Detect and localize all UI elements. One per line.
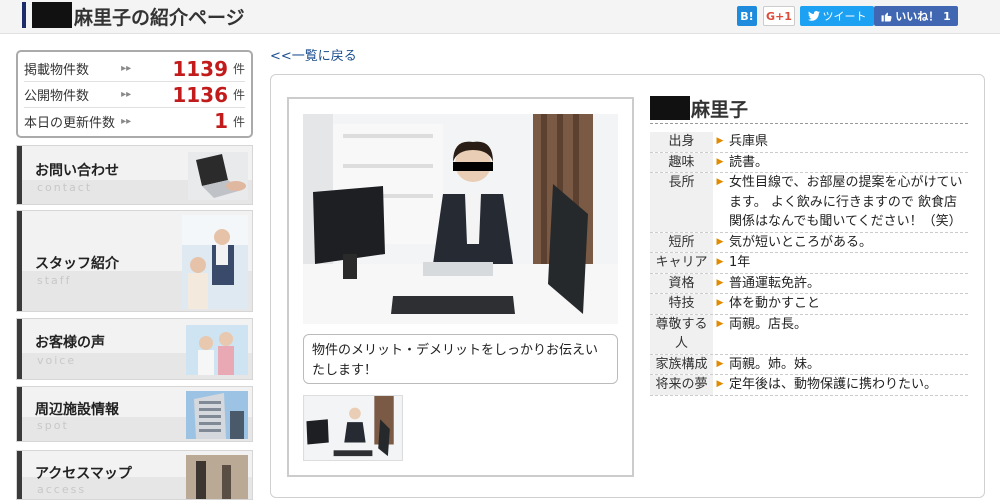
stat-row: 掲載物件数 ▸▸ 1139 件 bbox=[24, 56, 245, 82]
tweet-button[interactable]: ツイート bbox=[800, 6, 874, 26]
profile-key: 尊敬する人 bbox=[650, 314, 713, 354]
customers-photo bbox=[186, 325, 248, 375]
triangle-bullet-icon: ▶ bbox=[716, 318, 724, 329]
facebook-like-button[interactable]: いいね！ 1 bbox=[874, 6, 958, 26]
nav-contact[interactable]: お問い合わせ contact bbox=[16, 145, 253, 205]
profile-key: 資格 bbox=[650, 273, 713, 293]
nav-sublabel: contact bbox=[37, 181, 93, 194]
profile-row: 出身 ▶ 兵庫県 bbox=[650, 132, 968, 153]
profile-key: 短所 bbox=[650, 232, 713, 252]
nav-label: 周辺施設情報 bbox=[35, 402, 119, 418]
profile-table: 出身 ▶ 兵庫県 趣味 ▶ 読書。 長所 ▶ 女性目線で、お部屋の提案を心がけて… bbox=[650, 132, 968, 396]
redacted-surname-block bbox=[32, 2, 72, 28]
laptop-photo bbox=[188, 152, 248, 200]
nav-sublabel: staff bbox=[37, 274, 72, 287]
google-plus-button[interactable]: G+1 bbox=[763, 6, 795, 26]
triangle-bullet-icon: ▶ bbox=[716, 277, 724, 288]
nav-label: お問い合わせ bbox=[35, 163, 119, 179]
profile-value: 読書。 bbox=[729, 154, 769, 170]
nav-sublabel: access bbox=[37, 483, 87, 496]
nav-spot[interactable]: 周辺施設情報 spot bbox=[16, 386, 253, 442]
nav-label: お客様の声 bbox=[35, 335, 105, 351]
page-header: 麻里子の紹介ページ B! G+1 ツイート いいね！ 1 bbox=[0, 0, 1000, 34]
nav-access[interactable]: アクセスマップ access bbox=[16, 450, 253, 500]
profile-value: 兵庫県 bbox=[729, 134, 769, 149]
nav-label: アクセスマップ bbox=[35, 466, 132, 482]
stat-value: 1139 bbox=[172, 56, 228, 81]
profile-value: 女性目線で、お部屋の提案を心がけています。 よく飲みに行きますので 飲食店関係は… bbox=[729, 175, 963, 229]
triangle-bullet-icon: ▶ bbox=[716, 298, 724, 308]
profile-row: 趣味 ▶ 読書。 bbox=[650, 152, 968, 173]
stat-label: 本日の更新件数 bbox=[24, 115, 116, 131]
nav-sublabel: spot bbox=[37, 419, 69, 432]
stat-value: 1136 bbox=[172, 82, 228, 107]
profile-row: 家族構成 ▶ 両親。姉。妹。 bbox=[650, 354, 968, 375]
staff-name: 麻里子 bbox=[691, 99, 749, 121]
facebook-thumb-icon bbox=[881, 12, 892, 21]
stat-unit: 件 bbox=[233, 114, 246, 129]
profile-value: 両親。姉。妹。 bbox=[729, 356, 821, 372]
stat-row: 本日の更新件数 ▸▸ 1 件 bbox=[24, 108, 245, 134]
profile-key: キャリア bbox=[650, 253, 713, 273]
stat-label: 掲載物件数 bbox=[24, 63, 90, 78]
profile-value: 気が短いところがある。 bbox=[729, 234, 873, 250]
profile-value: 普通運転免許。 bbox=[729, 275, 821, 291]
profile-key: 特技 bbox=[650, 294, 713, 314]
profile-row: 資格 ▶ 普通運転免許。 bbox=[650, 273, 968, 294]
profile-value: 体を動かすこと bbox=[729, 296, 821, 311]
stat-row: 公開物件数 ▸▸ 1136 件 bbox=[24, 82, 245, 108]
profile-row: 尊敬する人 ▶ 両親。店長。 bbox=[650, 314, 968, 355]
triangle-bullet-icon: ▶ bbox=[716, 136, 724, 146]
profile-key: 趣味 bbox=[650, 152, 713, 172]
hatena-bookmark-icon: B! bbox=[740, 9, 754, 23]
building-photo bbox=[186, 391, 248, 439]
staff-caption: 物件のメリット・デメリットをしっかりお伝えいたします！ bbox=[303, 334, 618, 384]
profile-key: 出身 bbox=[650, 132, 713, 152]
triangle-bullet-icon: ▶ bbox=[716, 156, 724, 167]
twitter-bird-icon bbox=[807, 11, 820, 21]
stat-value: 1 bbox=[214, 109, 228, 133]
name-divider bbox=[650, 123, 968, 124]
profile-row: 短所 ▶ 気が短いところがある。 bbox=[650, 232, 968, 253]
triangle-bullet-icon: ▶ bbox=[716, 257, 724, 267]
triangle-bullet-icon: ▶ bbox=[716, 177, 724, 187]
double-arrow-icon: ▸▸ bbox=[121, 115, 132, 127]
street-photo bbox=[186, 455, 248, 499]
staff-thumbnail[interactable] bbox=[303, 395, 403, 461]
triangle-bullet-icon: ▶ bbox=[716, 379, 724, 389]
back-to-list-link[interactable]: <<一覧に戻る bbox=[270, 45, 357, 64]
nav-staff[interactable]: スタッフ紹介 staff bbox=[16, 210, 253, 312]
staff-main-photo bbox=[303, 114, 618, 324]
profile-value: 定年後は、動物保護に携わりたい。 bbox=[729, 377, 938, 392]
tweet-label: ツイート bbox=[822, 10, 867, 23]
profile-row: 将来の夢 ▶ 定年後は、動物保護に携わりたい。 bbox=[650, 375, 968, 396]
profile-row: 特技 ▶ 体を動かすこと bbox=[650, 294, 968, 315]
triangle-bullet-icon: ▶ bbox=[716, 358, 724, 369]
like-label: いいね！ 1 bbox=[895, 10, 951, 23]
listing-stats-box: 掲載物件数 ▸▸ 1139 件 公開物件数 ▸▸ 1136 件 本日の更新件数 … bbox=[16, 50, 253, 138]
page-title: 麻里子の紹介ページ bbox=[74, 7, 245, 29]
nav-voice[interactable]: お客様の声 voice bbox=[16, 318, 253, 380]
staff-photo bbox=[182, 215, 248, 309]
profile-value: 両親。店長。 bbox=[729, 316, 808, 332]
profile-key: 長所 bbox=[650, 173, 713, 232]
nav-label: スタッフ紹介 bbox=[35, 256, 119, 272]
triangle-bullet-icon: ▶ bbox=[716, 236, 724, 247]
double-arrow-icon: ▸▸ bbox=[121, 89, 132, 100]
redacted-surname-block bbox=[650, 96, 690, 120]
hatena-bookmark-button[interactable]: B! bbox=[737, 6, 757, 26]
stat-unit: 件 bbox=[233, 62, 246, 76]
profile-key: 将来の夢 bbox=[650, 375, 713, 395]
double-arrow-icon: ▸▸ bbox=[121, 63, 132, 74]
profile-row: 長所 ▶ 女性目線で、お部屋の提案を心がけています。 よく飲みに行きますので 飲… bbox=[650, 173, 968, 233]
title-accent-bar bbox=[22, 2, 26, 28]
profile-row: キャリア ▶ 1年 bbox=[650, 253, 968, 274]
stat-unit: 件 bbox=[233, 88, 246, 102]
profile-value: 1年 bbox=[729, 255, 751, 270]
profile-key: 家族構成 bbox=[650, 354, 713, 374]
stat-label: 公開物件数 bbox=[24, 89, 90, 104]
nav-sublabel: voice bbox=[37, 354, 77, 367]
google-plus-label: G+1 bbox=[766, 9, 792, 23]
